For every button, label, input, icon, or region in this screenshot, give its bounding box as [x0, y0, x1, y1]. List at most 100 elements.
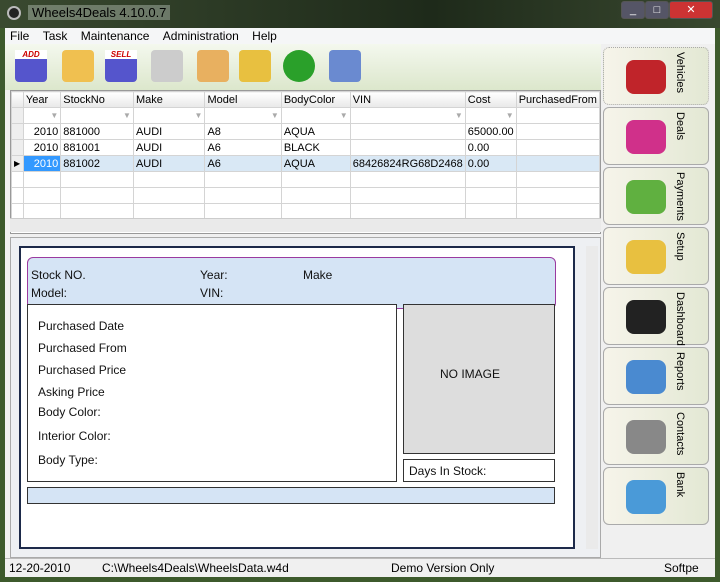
table-cell[interactable]: 881000 [60, 123, 134, 140]
table-cell[interactable]: AUDI [132, 139, 206, 156]
column-header[interactable]: Model [204, 91, 282, 108]
add-vehicle-button[interactable]: ADD [15, 50, 47, 82]
tab-dashboard[interactable]: Dashboard [603, 287, 709, 346]
print-button[interactable] [151, 50, 183, 82]
chevron-down-icon[interactable]: ▼ [455, 111, 463, 120]
column-filter[interactable]: ▼ [280, 107, 351, 124]
table-cell[interactable]: 881001 [60, 139, 134, 156]
menu-file[interactable]: File [5, 28, 34, 44]
menu-administration[interactable]: Administration [158, 28, 244, 44]
column-header[interactable]: Year [22, 91, 62, 108]
row-selector[interactable] [11, 139, 24, 156]
chevron-down-icon[interactable]: ▼ [340, 111, 348, 120]
detail-header: Stock NO. Year: Make Model: VIN: [27, 257, 556, 309]
table-cell[interactable]: 0.00 [464, 139, 517, 156]
tab-vehicles[interactable]: Vehicles [603, 47, 709, 105]
chevron-down-icon[interactable]: ▼ [50, 111, 58, 120]
column-filter[interactable]: ▼ [22, 107, 62, 124]
open-folder-button[interactable] [62, 50, 94, 82]
detail-card: Stock NO. Year: Make Model: VIN: Purchas… [19, 246, 575, 549]
column-filter[interactable]: ▼ [60, 107, 134, 124]
table-cell[interactable]: 65000.00 [464, 123, 517, 140]
tab-contacts[interactable]: Contacts [603, 407, 709, 465]
table-cell[interactable]: A8 [204, 123, 282, 140]
row-selector[interactable]: ▶ [11, 155, 24, 172]
bank-icon [626, 480, 666, 514]
table-cell[interactable] [515, 139, 601, 156]
tab-bank[interactable]: Bank [603, 467, 709, 525]
empty-cell [204, 187, 282, 204]
menu-help[interactable]: Help [247, 28, 282, 44]
horizontal-scrollbar[interactable] [10, 218, 601, 232]
table-cell[interactable]: A6 [204, 155, 282, 172]
model-label: Model: [31, 286, 68, 300]
column-header[interactable]: BodyColor [280, 91, 351, 108]
table-cell[interactable]: 881002 [60, 155, 134, 172]
status-mode: Demo Version Only [391, 561, 495, 575]
table-cell[interactable]: 2010 [22, 155, 62, 172]
tab-label: Deals [674, 112, 686, 141]
table-cell[interactable]: 2010 [22, 123, 62, 140]
empty-cell [132, 171, 206, 188]
vertical-scrollbar[interactable] [586, 246, 598, 549]
column-header[interactable]: Cost [464, 91, 517, 108]
chevron-down-icon[interactable]: ▼ [123, 111, 131, 120]
column-filter[interactable]: ▼ [349, 107, 466, 124]
table-row[interactable]: 2010 881001 AUDI A6 BLACK 0.00 [11, 139, 601, 156]
table-cell[interactable]: AUDI [132, 155, 206, 172]
status-bar: 12-20-2010 C:\Wheels4Deals\WheelsData.w4… [5, 558, 715, 577]
table-cell[interactable] [515, 123, 601, 140]
table-cell[interactable]: AQUA [280, 123, 351, 140]
empty-cell [464, 187, 517, 204]
row-header-corner [11, 91, 24, 108]
table-cell[interactable] [349, 123, 466, 140]
minimize-button[interactable]: _ [621, 1, 645, 19]
chevron-down-icon[interactable]: ▼ [506, 111, 514, 120]
menu-maintenance[interactable]: Maintenance [76, 28, 155, 44]
status-path: C:\Wheels4Deals\WheelsData.w4d [102, 561, 289, 575]
menu-task[interactable]: Task [38, 28, 73, 44]
table-cell[interactable]: 68426824RG68D2468 [349, 155, 466, 172]
menu-bar: File Task Maintenance Administration Hel… [5, 28, 715, 44]
table-cell[interactable] [515, 155, 601, 172]
close-button[interactable]: ✕ [669, 1, 713, 19]
table-cell[interactable]: AQUA [280, 155, 351, 172]
empty-cell [280, 187, 351, 204]
empty-cell [22, 171, 62, 188]
deals-icon [626, 120, 666, 154]
maximize-button[interactable]: □ [645, 1, 669, 19]
column-header[interactable]: Make [132, 91, 206, 108]
table-cell[interactable]: 2010 [22, 139, 62, 156]
column-filter[interactable]: ▼ [464, 107, 517, 124]
table-cell[interactable] [349, 139, 466, 156]
print-preview-button[interactable] [239, 50, 271, 82]
table-cell[interactable]: 0.00 [464, 155, 517, 172]
payments-icon [626, 180, 666, 214]
column-header[interactable]: VIN [349, 91, 466, 108]
chevron-down-icon[interactable]: ▼ [195, 111, 203, 120]
table-cell[interactable]: A6 [204, 139, 282, 156]
column-header[interactable]: StockNo [60, 91, 134, 108]
column-filter[interactable]: ▼ [204, 107, 282, 124]
refresh-button[interactable] [283, 50, 315, 82]
tab-deals[interactable]: Deals [603, 107, 709, 165]
column-filter[interactable] [515, 107, 601, 124]
device-button[interactable] [329, 50, 361, 82]
column-header[interactable]: PurchasedFrom [515, 91, 601, 108]
contacts-icon [626, 420, 666, 454]
table-cell[interactable]: AUDI [132, 123, 206, 140]
report-button[interactable] [197, 50, 229, 82]
tab-setup[interactable]: Setup [603, 227, 709, 285]
chevron-down-icon[interactable]: ▼ [271, 111, 279, 120]
tab-payments[interactable]: Payments [603, 167, 709, 225]
sell-vehicle-button[interactable]: SELL [105, 50, 137, 82]
table-row[interactable]: 2010 881000 AUDI A8 AQUA 65000.00 [11, 123, 601, 140]
field-label: Purchased Date [38, 319, 125, 333]
table-cell[interactable]: BLACK [280, 139, 351, 156]
empty-cell [60, 171, 134, 188]
column-filter[interactable]: ▼ [132, 107, 206, 124]
row-selector[interactable] [11, 123, 24, 140]
status-brand: Softpe [664, 561, 699, 575]
tab-reports[interactable]: Reports [603, 347, 709, 405]
table-row[interactable]: ▶ 2010 881002 AUDI A6 AQUA 68426824RG68D2468 0.… [11, 155, 601, 172]
